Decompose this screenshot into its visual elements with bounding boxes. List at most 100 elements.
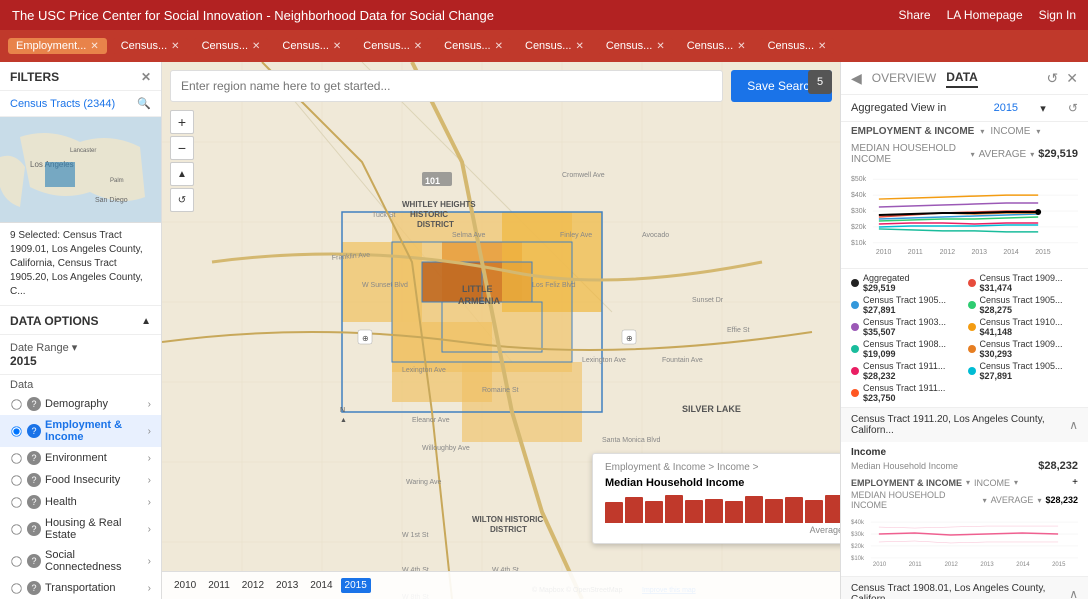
filter-tab-2[interactable]: Census... ✕	[194, 38, 269, 54]
sidebar-item-health[interactable]: ? Health ›	[0, 491, 161, 513]
svg-text:Santa Monica Blvd: Santa Monica Blvd	[602, 437, 660, 444]
employment-radio[interactable]	[11, 426, 21, 436]
sidebar-item-social[interactable]: ? Social Connectedness ›	[0, 545, 161, 577]
median-chevron[interactable]: ▾	[971, 150, 975, 159]
data-options-chevron[interactable]: ▲	[141, 316, 151, 327]
date-range-value: 2015	[10, 354, 151, 368]
employment-help-icon[interactable]: ?	[27, 424, 41, 438]
svg-text:WHITLEY HEIGHTS: WHITLEY HEIGHTS	[402, 200, 476, 209]
timeline-year-2011[interactable]: 2011	[204, 578, 234, 593]
average-link[interactable]: AVERAGE	[979, 149, 1027, 160]
svg-text:2014: 2014	[1016, 562, 1030, 567]
la-homepage-link[interactable]: LA Homepage	[947, 8, 1023, 22]
environment-radio[interactable]	[11, 453, 21, 463]
filter-tab-3[interactable]: Census... ✕	[274, 38, 349, 54]
employment-arrow: ›	[148, 426, 151, 437]
food-radio[interactable]	[11, 475, 21, 485]
search-input-container[interactable]	[170, 70, 723, 102]
share-link[interactable]: Share	[899, 8, 931, 22]
transportation-help-icon[interactable]: ?	[27, 581, 41, 595]
map-area[interactable]: 101 ⊕ ⊕ WHITLEY HEIGHTS HISTORIC DISTRIC…	[162, 62, 840, 599]
svg-text:Finley Ave: Finley Ave	[560, 232, 592, 239]
social-radio[interactable]	[11, 556, 21, 566]
filter-tab-close-7[interactable]: ✕	[656, 41, 664, 52]
tract-add-icon-1911[interactable]: +	[1072, 477, 1078, 488]
filter-tab-close-4[interactable]: ✕	[414, 41, 422, 52]
zoom-in-button[interactable]: +	[170, 110, 194, 134]
timeline-year-2012[interactable]: 2012	[238, 578, 268, 593]
avg-chevron[interactable]: ▾	[1030, 150, 1034, 159]
timeline-year-2013[interactable]: 2013	[272, 578, 302, 593]
census-tracts-search-icon[interactable]: 🔍	[137, 97, 151, 110]
svg-text:2010: 2010	[876, 249, 892, 256]
refresh-button[interactable]: ↺	[170, 188, 194, 212]
tract-header-1911[interactable]: Census Tract 1911.20, Los Angeles County…	[841, 408, 1088, 442]
tract-avg-label-1911[interactable]: AVERAGE	[991, 495, 1034, 505]
data-options-label: DATA OPTIONS	[10, 314, 98, 328]
employment-income-link[interactable]: EMPLOYMENT & INCOME	[851, 126, 974, 137]
tract-expand-icon-1911[interactable]: ∧	[1069, 418, 1078, 432]
employment-chevron[interactable]: ▾	[980, 127, 984, 136]
filter-tab-7[interactable]: Census... ✕	[598, 38, 673, 54]
environment-help-icon[interactable]: ?	[27, 451, 41, 465]
census-tracts-link[interactable]: Census Tracts (2344)	[10, 98, 115, 110]
panel-nav-arrow[interactable]: ◀	[851, 70, 862, 87]
filter-tab-4[interactable]: Census... ✕	[355, 38, 430, 54]
year-selector[interactable]: 2015	[994, 102, 1018, 114]
filter-tab-close-9[interactable]: ✕	[818, 41, 826, 52]
filter-tab-close-6[interactable]: ✕	[575, 41, 583, 52]
panel-refresh-icon[interactable]: ↺	[1047, 70, 1059, 87]
search-input[interactable]	[181, 79, 712, 93]
tract-expand-icon-1908[interactable]: ∧	[1069, 587, 1078, 599]
tract-emp-link-1911[interactable]: EMPLOYMENT & INCOME	[851, 478, 962, 488]
filter-tab-8[interactable]: Census... ✕	[679, 38, 754, 54]
tab-overview[interactable]: OVERVIEW	[872, 69, 936, 87]
locate-button[interactable]: ▲	[170, 162, 194, 186]
housing-help-icon[interactable]: ?	[27, 522, 41, 536]
tract-median-label-1911[interactable]: MEDIAN HOUSEHOLD INCOME	[851, 490, 979, 510]
filter-tab-close-2[interactable]: ✕	[252, 41, 260, 52]
filter-tab-close-0[interactable]: ✕	[90, 41, 98, 52]
sidebar-item-environment[interactable]: ? Environment ›	[0, 447, 161, 469]
sidebar-item-food-insecurity[interactable]: ? Food Insecurity ›	[0, 469, 161, 491]
filters-close-icon[interactable]: ✕	[141, 70, 151, 84]
filter-tab-close-1[interactable]: ✕	[171, 41, 179, 52]
income-link[interactable]: INCOME	[990, 126, 1030, 137]
zoom-out-button[interactable]: −	[170, 136, 194, 160]
demography-radio[interactable]	[11, 399, 21, 409]
timeline-year-2014[interactable]: 2014	[306, 578, 336, 593]
sidebar-item-housing[interactable]: ? Housing & Real Estate ›	[0, 513, 161, 545]
filter-tab-close-8[interactable]: ✕	[737, 41, 745, 52]
demography-help-icon[interactable]: ?	[27, 397, 41, 411]
filter-tab-close-5[interactable]: ✕	[495, 41, 503, 52]
food-help-icon[interactable]: ?	[27, 473, 41, 487]
health-help-icon[interactable]: ?	[27, 495, 41, 509]
social-help-icon[interactable]: ?	[27, 554, 41, 568]
filter-tab-1[interactable]: Census... ✕	[113, 38, 188, 54]
timeline-year-2015[interactable]: 2015	[341, 578, 371, 593]
reload-icon[interactable]: ↺	[1068, 101, 1078, 115]
filter-tab-close-3[interactable]: ✕	[333, 41, 341, 52]
year-dropdown-icon[interactable]: ▾	[1040, 102, 1046, 115]
svg-text:2010: 2010	[873, 562, 887, 567]
filter-tab-9[interactable]: Census... ✕	[760, 38, 835, 54]
panel-close-icon[interactable]: ✕	[1066, 70, 1078, 87]
timeline-year-2010[interactable]: 2010	[170, 578, 200, 593]
health-radio[interactable]	[11, 497, 21, 507]
sidebar-item-transportation[interactable]: ? Transportation ›	[0, 577, 161, 599]
tract-header-1908[interactable]: Census Tract 1908.01, Los Angeles County…	[841, 577, 1088, 599]
panel-header-actions: ↺ ✕	[1047, 70, 1078, 87]
date-range-label[interactable]: Date Range ▾	[10, 341, 151, 354]
sidebar-item-employment-income[interactable]: ? Employment & Income ›	[0, 415, 161, 447]
median-household-income-link[interactable]: MEDIAN HOUSEHOLD INCOME	[851, 143, 967, 165]
tract-income-link-1911[interactable]: INCOME	[974, 478, 1010, 488]
filter-tab-6[interactable]: Census... ✕	[517, 38, 592, 54]
sidebar-item-demography[interactable]: ? Demography ›	[0, 393, 161, 415]
filter-tab-5[interactable]: Census... ✕	[436, 38, 511, 54]
sign-in-link[interactable]: Sign In	[1039, 8, 1076, 22]
transportation-radio[interactable]	[11, 583, 21, 593]
housing-radio[interactable]	[11, 524, 21, 534]
filter-tab-0[interactable]: Employment... ✕	[8, 38, 107, 54]
tab-data[interactable]: DATA	[946, 68, 978, 88]
income-chevron[interactable]: ▾	[1036, 127, 1040, 136]
